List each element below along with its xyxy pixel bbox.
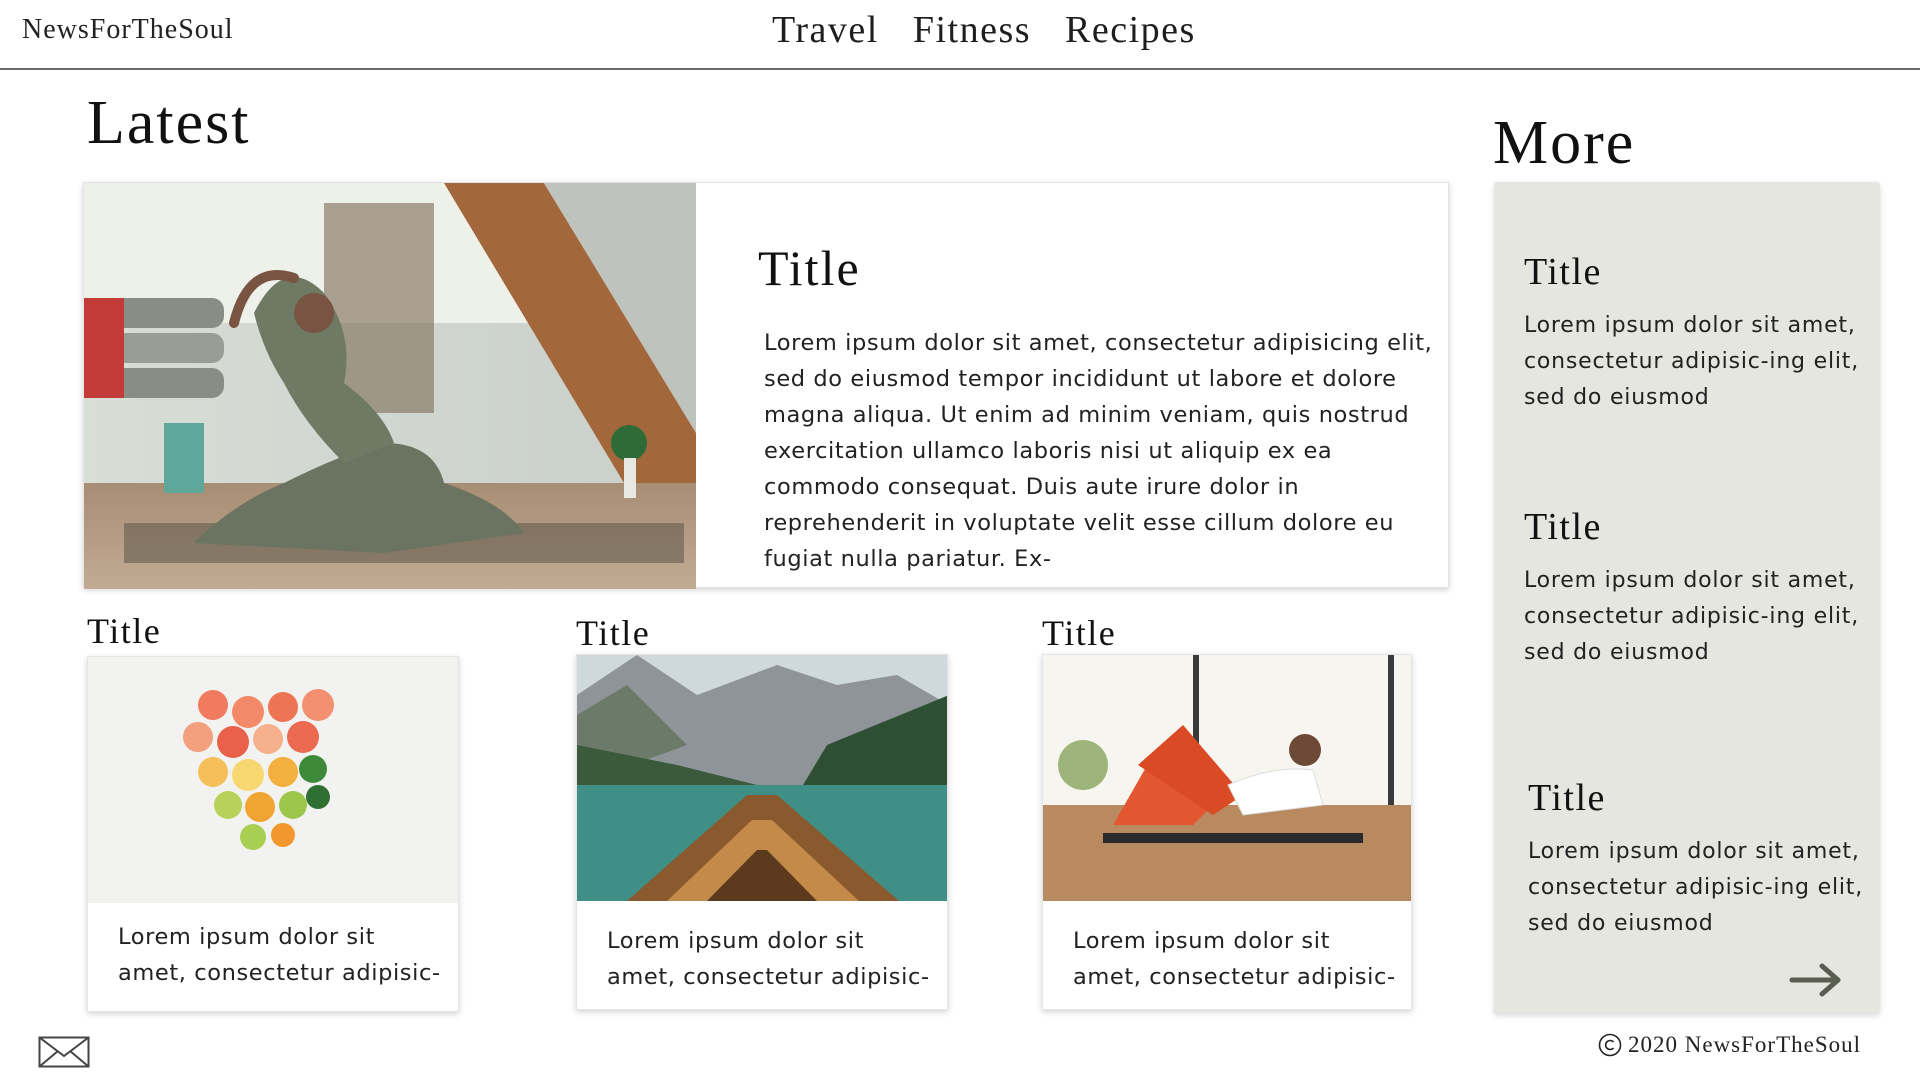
more-item-title[interactable]: Title [1524,505,1864,549]
more-item-excerpt: Lorem ipsum dolor sit amet, consectetur … [1524,568,1859,665]
nav-link-recipes[interactable]: Recipes [1065,8,1196,52]
card-image-1[interactable] [88,657,458,903]
more-item-excerpt: Lorem ipsum dolor sit amet, consectetur … [1528,839,1863,936]
more-item-1[interactable]: Title Lorem ipsum dolor sit amet, consec… [1524,250,1864,416]
featured-excerpt: Lorem ipsum dolor sit amet, consectetur … [764,330,1433,572]
mail-icon[interactable] [38,1036,90,1068]
card-title-2[interactable]: Title [576,612,650,654]
more-item-title[interactable]: Title [1524,250,1864,294]
card-image-2[interactable] [577,655,947,901]
more-item-2[interactable]: Title Lorem ipsum dolor sit amet, consec… [1524,505,1864,671]
article-card-3[interactable]: Lorem ipsum dolor sit amet, consectetur … [1042,654,1412,1010]
more-item-3[interactable]: Title Lorem ipsum dolor sit amet, consec… [1528,776,1868,942]
more-item-title[interactable]: Title [1528,776,1868,820]
card-excerpt-3: Lorem ipsum dolor sit amet, consectetur … [1073,928,1396,990]
featured-image[interactable] [84,183,696,589]
latest-heading: Latest [87,89,251,157]
card-excerpt-2: Lorem ipsum dolor sit amet, consectetur … [607,928,930,990]
more-sidebar: Title Lorem ipsum dolor sit amet, consec… [1494,182,1880,1014]
more-item-excerpt: Lorem ipsum dolor sit amet, consectetur … [1524,313,1859,410]
woman-exercising-photo [1043,655,1411,901]
card-title-3[interactable]: Title [1042,612,1116,654]
boat-lake-mountains-photo [577,655,947,901]
card-title-1[interactable]: Title [87,610,161,652]
nav-link-fitness[interactable]: Fitness [913,8,1031,52]
card-image-3[interactable] [1043,655,1411,901]
copyright-icon [1598,1033,1622,1057]
copyright-notice: 2020 NewsForTheSoul [1598,1032,1861,1058]
yoga-pose-photo [84,183,696,589]
featured-title[interactable]: Title [758,239,861,297]
site-header: NewsForTheSoul Travel Fitness Recipes [0,0,1920,70]
card-excerpt-1: Lorem ipsum dolor sit amet, consectetur … [118,924,441,986]
site-logo[interactable]: NewsForTheSoul [22,14,234,46]
article-card-2[interactable]: Lorem ipsum dolor sit amet, consectetur … [576,654,948,1010]
featured-article-card[interactable]: Title Lorem ipsum dolor sit amet, consec… [83,182,1449,589]
article-card-1[interactable]: Lorem ipsum dolor sit amet, consectetur … [87,656,459,1012]
more-heading: More [1493,109,1636,177]
arrow-right-icon[interactable] [1788,962,1844,998]
main-nav: Travel Fitness Recipes [772,8,1196,52]
copyright-text: 2020 NewsForTheSoul [1628,1032,1862,1057]
citrus-fruit-photo [88,657,458,903]
nav-link-travel[interactable]: Travel [772,8,879,52]
